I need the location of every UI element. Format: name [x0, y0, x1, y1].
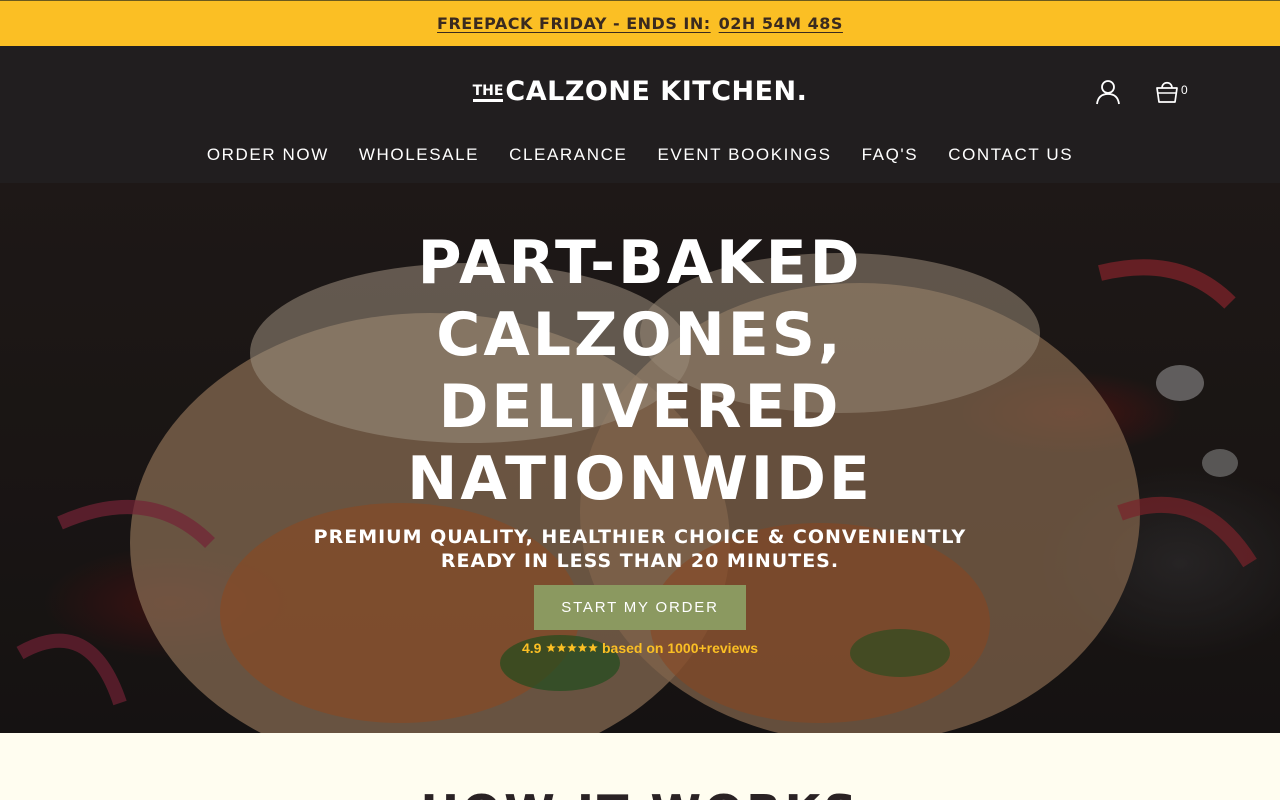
announcement-label[interactable]: FREEPACK FRIDAY - ENDS IN: — [437, 14, 711, 33]
rating-stars — [546, 643, 598, 653]
nav-clearance[interactable]: CLEARANCE — [509, 145, 627, 165]
cart-count: 0 — [1181, 83, 1188, 97]
star-icon — [577, 643, 588, 653]
nav-event-bookings[interactable]: EVENT BOOKINGS — [657, 145, 831, 165]
logo-prefix: THE — [472, 83, 504, 102]
site-logo[interactable]: THECALZONE KITCHEN. — [0, 76, 1280, 107]
nav-order-now[interactable]: ORDER NOW — [207, 145, 329, 165]
start-order-button[interactable]: START MY ORDER — [534, 585, 746, 630]
hero-section: PART-BAKED CALZONES, DELIVERED NATIONWID… — [0, 183, 1280, 733]
cart-button[interactable]: 0 — [1154, 78, 1194, 106]
star-icon — [567, 643, 577, 653]
nav-faqs[interactable]: FAQ'S — [862, 145, 919, 165]
star-icon — [546, 643, 556, 653]
hero-title: PART-BAKED CALZONES, DELIVERED NATIONWID… — [407, 228, 873, 514]
account-icon[interactable] — [1095, 79, 1121, 105]
cart-basket-icon — [1156, 81, 1178, 103]
nav-wholesale[interactable]: WHOLESALE — [359, 145, 479, 165]
reviews-link[interactable]: based on 1000+reviews — [602, 640, 758, 656]
how-it-works-section: HOW IT WORKS — [0, 733, 1280, 800]
star-icon — [556, 643, 567, 653]
star-icon — [588, 643, 598, 653]
how-it-works-title: HOW IT WORKS — [0, 785, 1280, 800]
announcement-bar[interactable]: FREEPACK FRIDAY - ENDS IN: 02H 54M 48S — [0, 0, 1280, 46]
announcement-countdown[interactable]: 02H 54M 48S — [719, 14, 843, 33]
logo-text: CALZONE KITCHEN. — [505, 76, 808, 107]
main-nav: ORDER NOW WHOLESALE CLEARANCE EVENT BOOK… — [0, 145, 1280, 165]
nav-contact-us[interactable]: CONTACT US — [948, 145, 1073, 165]
hero-subtitle: PREMIUM QUALITY, HEALTHIER CHOICE & CONV… — [313, 526, 967, 572]
rating-value: 4.9 — [522, 640, 542, 656]
site-header: THECALZONE KITCHEN. 0 ORDER NOW WHOLESAL… — [0, 46, 1280, 183]
